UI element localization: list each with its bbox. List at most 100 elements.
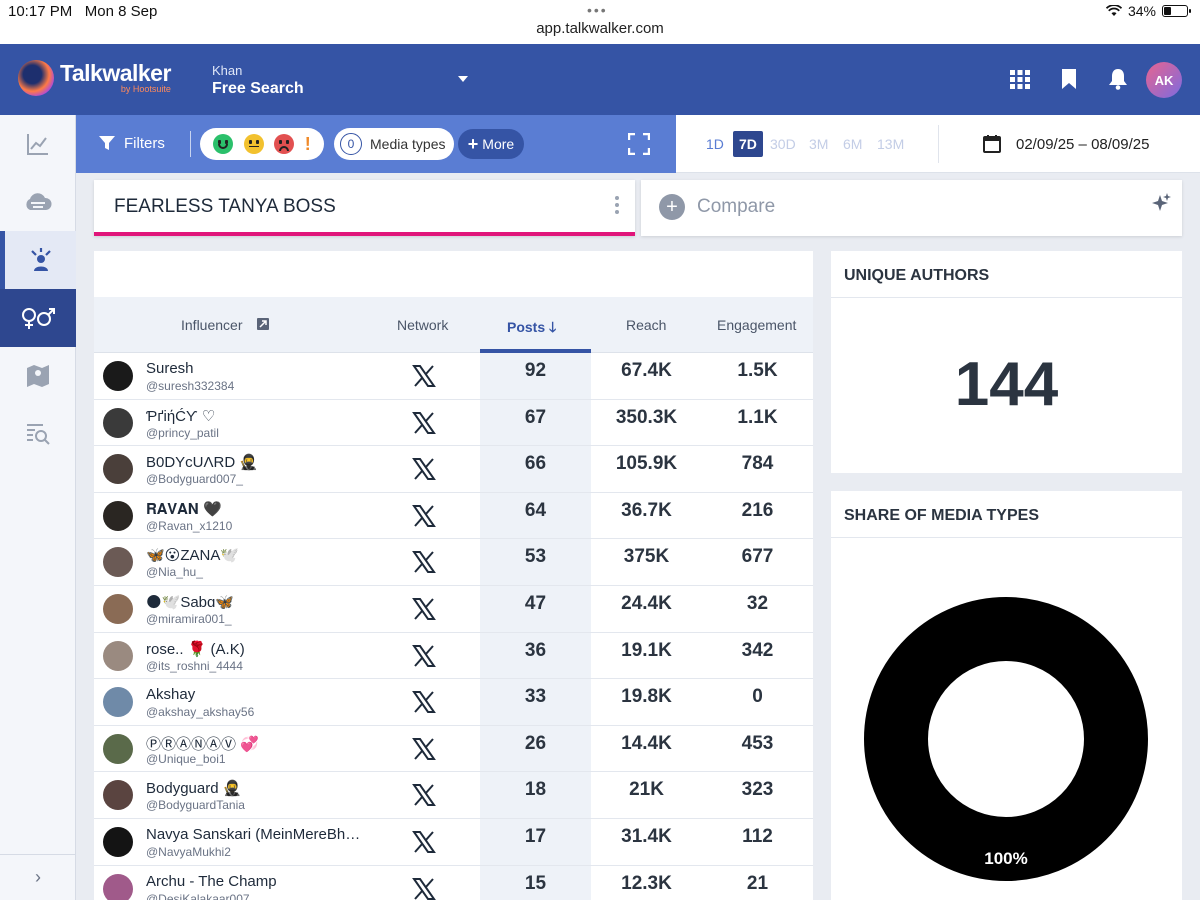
column-influencer[interactable]: Influencer	[181, 317, 270, 333]
influencer-name[interactable]: Bodyguard 🥷	[146, 779, 364, 797]
column-engagement[interactable]: Engagement	[717, 317, 796, 333]
posts-value: 15	[524, 872, 547, 894]
reach-value: 31.4K	[621, 826, 672, 847]
fullscreen-icon[interactable]	[628, 133, 650, 155]
table-row[interactable]: 🌑🕊️Sabɑ🦋 @miramira001_ 47 24.4K 32	[94, 586, 813, 633]
x-network-icon	[412, 598, 436, 620]
table-row[interactable]: Archu - The Champ @DesiKalakaar007 15 12.3K…	[94, 866, 813, 900]
influencer-handle: @NavyaMukhi2	[146, 845, 231, 859]
influencer-name[interactable]: Akshay	[146, 686, 364, 703]
column-network[interactable]: Network	[397, 317, 448, 333]
project-selector[interactable]: Khan Free Search	[212, 63, 304, 99]
influencer-name[interactable]: Archu - The Champ	[146, 873, 364, 890]
influencer-name[interactable]: B0DYcUΛRD 🥷	[146, 453, 364, 471]
ai-sparkle-icon[interactable]	[1150, 192, 1172, 214]
add-compare-icon[interactable]: +	[659, 194, 685, 220]
engagement-value: 342	[741, 639, 774, 661]
column-posts[interactable]: Posts 🡓	[507, 317, 556, 341]
table-row[interactable]: Navya Sanskari (MeinMereBha… @NavyaMukhi2…	[94, 819, 813, 866]
positive-sentiment-icon[interactable]	[213, 134, 234, 154]
reach-value: 21K	[629, 779, 664, 801]
media-share-donut-chart: 100%	[864, 597, 1148, 881]
x-network-icon	[412, 458, 436, 481]
media-types-label: Media types	[370, 136, 446, 152]
donut-slice[interactable]	[864, 597, 1148, 881]
reach-value: 350.3K	[615, 406, 678, 428]
more-filters-button[interactable]: + More	[458, 129, 524, 159]
sidebar-item-themes[interactable]	[0, 173, 76, 231]
neutral-sentiment-icon[interactable]	[243, 134, 264, 154]
multitask-dots[interactable]: •••	[587, 2, 608, 18]
compare-card[interactable]: + Compare	[641, 180, 1182, 236]
chevron-down-icon[interactable]	[458, 76, 468, 82]
table-row[interactable]: rose.. 🌹 (A.K) @its_roshni_4444 36 19.1K 342	[94, 633, 813, 680]
influencer-avatar[interactable]	[103, 873, 133, 900]
influencer-avatar[interactable]	[103, 361, 133, 391]
influencer-name[interactable]: rose.. 🌹 (A.K)	[146, 640, 364, 658]
range-7d[interactable]: 7D	[733, 131, 763, 157]
posts-value: 67	[524, 406, 547, 428]
logo-mark-icon	[18, 60, 54, 96]
apps-grid-icon[interactable]	[1009, 68, 1031, 90]
influencer-avatar[interactable]	[103, 407, 133, 438]
sidebar-item-map[interactable]	[0, 347, 76, 405]
table-row[interactable]: Akshay @akshay_akshay56 33 19.8K 0	[94, 679, 813, 726]
address-bar-url[interactable]: app.talkwalker.com	[0, 20, 1200, 37]
influencer-name[interactable]: 𝐑𝐀𝐕𝐀𝐍 🖤	[146, 500, 364, 518]
table-row[interactable]: B0DYcUΛRD 🥷 @Bodyguard007_ 66 105.9K 784	[94, 446, 813, 493]
table-row[interactable]: Suresh @suresh332384 92 67.4K 1.5K	[94, 353, 813, 400]
influencer-avatar[interactable]	[103, 547, 133, 578]
table-row[interactable]: 𝐑𝐀𝐕𝐀𝐍 🖤 @Ravan_x1210 64 36.7K 216	[94, 493, 813, 540]
influencer-table-panel: Influencer Network Posts 🡓 Reach Engagem…	[94, 251, 813, 900]
bookmark-icon[interactable]	[1058, 68, 1080, 90]
sidebar-item-trends[interactable]	[0, 115, 76, 173]
influencer-avatar[interactable]	[103, 780, 133, 811]
table-row[interactable]: ⓅⓇⒶⓃⒶⓋ 💞 @Unique_boi1 26 14.4K 453	[94, 726, 813, 773]
influencer-avatar[interactable]	[103, 733, 133, 764]
influencer-name[interactable]: ⓅⓇⒶⓃⒶⓋ 💞	[146, 733, 364, 754]
more-label: More	[482, 136, 515, 152]
influencer-name[interactable]: ƤґiήĆƳ ♡	[146, 407, 364, 425]
sidebar-item-results[interactable]	[0, 405, 76, 463]
query-card[interactable]: FEARLESS TANYA BOSS	[94, 180, 635, 236]
influencer-avatar[interactable]	[103, 454, 133, 485]
kebab-menu-icon[interactable]	[615, 196, 619, 214]
range-3m: 3M	[809, 136, 829, 152]
talkwalker-logo[interactable]: Talkwalker by Hootsuite	[18, 60, 171, 96]
engagement-value: 112	[742, 826, 773, 847]
table-row[interactable]: Bodyguard 🥷 @BodyguardTania 18 21K 323	[94, 772, 813, 819]
compare-label: Compare	[697, 196, 776, 217]
range-1d[interactable]: 1D	[700, 131, 730, 157]
sidebar-expand-button[interactable]: ›	[0, 854, 76, 900]
influencer-name[interactable]: 🦋😮ZANA🕊️	[146, 546, 364, 564]
query-color-bar	[94, 232, 635, 236]
battery-icon	[1162, 5, 1191, 17]
sentiment-filter[interactable]: !	[200, 128, 324, 160]
influencer-avatar[interactable]	[103, 500, 133, 531]
media-types-filter[interactable]: 0 Media types	[334, 128, 454, 160]
external-link-icon[interactable]	[256, 317, 270, 331]
sidebar-item-influencers[interactable]	[0, 231, 76, 289]
influencer-name[interactable]: Suresh	[146, 360, 364, 377]
unique-authors-card: UNIQUE AUTHORS 144	[831, 251, 1182, 473]
influencer-name[interactable]: Navya Sanskari (MeinMereBha…	[146, 826, 364, 843]
unrated-sentiment-icon[interactable]: !	[305, 134, 311, 155]
bell-icon[interactable]	[1107, 68, 1129, 90]
filters-button[interactable]: Filters	[98, 134, 165, 152]
influencer-avatar[interactable]	[103, 827, 133, 857]
table-row[interactable]: ƤґiήĆƳ ♡ @princy_patil 67 350.3K 1.1K	[94, 400, 813, 447]
date-range-bar: 1D 7D 30D 3M 6M 13M 02/09/25 – 08/09/25	[676, 115, 1200, 173]
trend-chart-icon	[27, 134, 48, 155]
influencer-avatar[interactable]	[103, 640, 133, 671]
date-picker[interactable]: 02/09/25 – 08/09/25	[982, 134, 1149, 154]
column-reach[interactable]: Reach	[626, 317, 666, 333]
table-row[interactable]: 🦋😮ZANA🕊️ @Nia_hu_ 53 375K 677	[94, 539, 813, 586]
influencer-avatar[interactable]	[103, 687, 133, 718]
influencer-handle: @its_roshni_4444	[146, 658, 243, 673]
influencer-avatar[interactable]	[103, 594, 133, 624]
negative-sentiment-icon[interactable]	[274, 134, 295, 154]
posts-value: 18	[524, 779, 547, 801]
influencer-name[interactable]: 🌑🕊️Sabɑ🦋	[146, 593, 364, 611]
sidebar-item-demographics[interactable]	[0, 289, 76, 347]
user-avatar[interactable]: AK	[1146, 62, 1182, 98]
